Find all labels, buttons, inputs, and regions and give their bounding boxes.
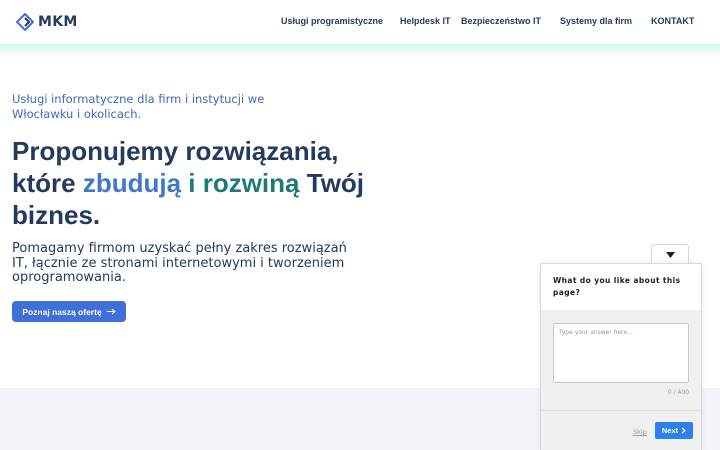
hero-description: Pomagamy firmom uzyskać pełny zakres roz…	[12, 241, 347, 285]
header-shadow	[0, 44, 720, 56]
nav-item-systemy-dla-firm[interactable]: Systemy dla firm	[560, 16, 632, 26]
survey-next-label: Next	[661, 426, 679, 435]
survey-collapse-button[interactable]	[651, 244, 689, 264]
survey-next-button[interactable]: Next	[655, 422, 693, 439]
survey-question: What do you like about this page?	[553, 276, 681, 297]
hero-subtitle: Usługi informatyczne dla firm i instytuc…	[12, 92, 265, 121]
arrow-right-icon	[106, 308, 116, 315]
hero-title: Proponujemy rozwiązania, które zbudują i…	[12, 135, 372, 231]
offer-button[interactable]: Poznaj naszą ofertę	[12, 301, 126, 322]
logo-text: MKM	[38, 14, 78, 30]
hero-title-highlight-build: zbudują	[82, 168, 182, 198]
survey-answer-input[interactable]: Type your answer here...	[553, 323, 689, 383]
survey-char-counter: 0 / 400	[667, 389, 689, 396]
logo[interactable]: MKM	[16, 12, 78, 32]
offer-button-label: Poznaj naszą ofertę	[22, 306, 102, 317]
feedback-survey: What do you like about this page? Type y…	[540, 263, 702, 450]
survey-body: Type your answer here... 0 / 400 Skip Ne…	[541, 310, 701, 450]
chevron-right-icon	[681, 427, 687, 434]
caret-down-icon	[665, 251, 675, 258]
hero-title-highlight-grow: i rozwiną	[188, 168, 300, 198]
nav-item-helpdesk-it[interactable]: Helpdesk IT	[400, 16, 451, 26]
site-header: MKM Usługi programistyczne Helpdesk IT B…	[0, 0, 720, 44]
nav-item-kontakt[interactable]: KONTAKT	[651, 16, 694, 26]
logo-diamond-icon	[16, 13, 34, 31]
survey-skip-link[interactable]: Skip	[633, 428, 647, 436]
nav-item-bezpieczenstwo-it[interactable]: Bezpieczeństwo IT	[461, 16, 541, 26]
survey-footer: Skip Next	[541, 410, 701, 450]
nav-item-uslugi-programistyczne[interactable]: Usługi programistyczne	[281, 16, 383, 26]
